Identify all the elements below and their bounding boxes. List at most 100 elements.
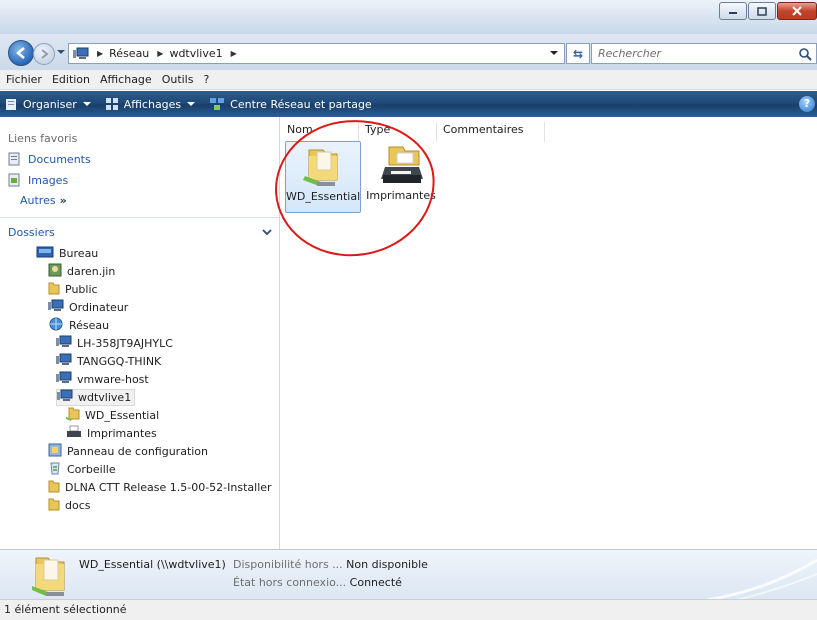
- close-icon: [792, 6, 802, 16]
- menu-edition[interactable]: Edition: [52, 73, 90, 86]
- computer-icon: [56, 371, 72, 388]
- crumb-network[interactable]: Réseau: [109, 47, 149, 60]
- file-list: Nom Type Commentaires WD_Essential Impri…: [270, 114, 817, 549]
- close-button[interactable]: [777, 2, 817, 20]
- address-row: ▶ Réseau ▶ wdtvlive1 ▶ ⇆ Rechercher: [0, 34, 817, 70]
- tree-item-label: wdtvlive1: [78, 391, 132, 404]
- menu-fichier[interactable]: Fichier: [6, 73, 42, 86]
- tree-item-wd-essential[interactable]: WD_Essential: [66, 407, 159, 424]
- tree-item-label: Panneau de configuration: [67, 445, 209, 458]
- tree-item-label: Ordinateur: [69, 301, 129, 314]
- details-key: État hors connexio...: [233, 576, 347, 589]
- tree-item-docs[interactable]: docs: [48, 497, 91, 514]
- tree-item-imprimantes[interactable]: Imprimantes: [66, 425, 157, 442]
- tree-item-wdtvlive1[interactable]: wdtvlive1: [56, 389, 136, 406]
- menu-outils[interactable]: Outils: [162, 73, 194, 86]
- tree-item-daren-jin[interactable]: daren.jin: [48, 263, 115, 280]
- address-separator[interactable]: ▶: [157, 49, 163, 58]
- details-value: Connecté: [349, 576, 402, 589]
- file-item-imprimantes[interactable]: Imprimantes: [363, 141, 439, 213]
- file-label: Imprimantes: [366, 189, 436, 202]
- address-separator[interactable]: ▶: [231, 49, 237, 58]
- images-icon: [8, 173, 20, 187]
- column-header-nom[interactable]: Nom: [281, 122, 359, 142]
- favorite-documents[interactable]: Documents: [8, 152, 91, 166]
- tree-item-tanggq-think[interactable]: TANGGQ-THINK: [56, 353, 161, 370]
- tree-item-bureau[interactable]: Bureau: [36, 245, 98, 262]
- printer-icon: [66, 425, 82, 442]
- menu-bar: Fichier Edition Affichage Outils ?: [0, 70, 817, 90]
- forward-button[interactable]: [33, 43, 55, 65]
- file-label: WD_Essential: [286, 190, 360, 203]
- tree-item-panneau-de-configuration[interactable]: Panneau de configuration: [48, 443, 208, 460]
- documents-icon: [8, 152, 20, 166]
- address-dropdown[interactable]: [550, 51, 558, 55]
- search-icon[interactable]: [798, 47, 812, 61]
- crumb-wdtvlive1[interactable]: wdtvlive1: [169, 47, 222, 60]
- divider: [0, 217, 279, 218]
- organiser-button[interactable]: Organiser: [4, 97, 91, 111]
- chevron-down-icon[interactable]: [262, 229, 272, 237]
- chevron-down-icon: [187, 102, 196, 106]
- desktop-icon: [36, 246, 54, 261]
- forward-arrow-icon: [41, 49, 49, 59]
- computer-icon: [56, 353, 72, 370]
- status-text: 1 élément sélectionné: [4, 603, 127, 616]
- favorite-images[interactable]: Images: [8, 173, 68, 187]
- more-arrow: »: [59, 194, 67, 207]
- tree-item-dlna-ctt-release-1-5-00-52-installer[interactable]: DLNA CTT Release 1.5-00-52-Installer: [48, 479, 272, 496]
- shared-folder-icon: [32, 557, 65, 596]
- affichages-label: Affichages: [123, 97, 182, 111]
- search-input[interactable]: Rechercher: [591, 43, 817, 64]
- tree-item-r-seau[interactable]: Réseau: [48, 317, 109, 334]
- search-placeholder: Rechercher: [598, 47, 662, 60]
- tree-item-label: WD_Essential: [85, 409, 160, 422]
- tree-item-public[interactable]: Public: [48, 281, 98, 298]
- address-separator[interactable]: ▶: [97, 49, 103, 58]
- more-favorites-link[interactable]: Autres»: [20, 194, 67, 207]
- recycle-bin-icon: [48, 461, 62, 478]
- tree-item-corbeille[interactable]: Corbeille: [48, 461, 116, 478]
- help-icon[interactable]: ?: [799, 96, 815, 112]
- file-item-wd-essential[interactable]: WD_Essential: [285, 141, 361, 213]
- column-header-commentaires[interactable]: Commentaires: [437, 122, 545, 142]
- command-bar: Organiser Affichages Centre Réseau et pa…: [0, 91, 817, 117]
- recent-pages-dropdown[interactable]: [57, 50, 65, 54]
- tree-item-label: docs: [65, 499, 91, 512]
- maximize-button[interactable]: [748, 2, 776, 20]
- minimize-button[interactable]: [719, 2, 747, 20]
- organize-icon: [6, 99, 16, 110]
- minimize-icon: [729, 12, 737, 14]
- decorative-swoosh: [706, 558, 817, 600]
- folder-icon: [48, 281, 60, 298]
- details-value: Non disponible: [346, 558, 428, 571]
- menu-affichage[interactable]: Affichage: [100, 73, 152, 86]
- refresh-button[interactable]: ⇆: [566, 43, 590, 64]
- menu-help[interactable]: ?: [203, 73, 209, 86]
- tree-item-label: DLNA CTT Release 1.5-00-52-Installer: [65, 481, 272, 494]
- affichages-button[interactable]: Affichages: [105, 97, 196, 111]
- details-key: Disponibilité hors ...: [233, 558, 343, 571]
- network-center-button[interactable]: Centre Réseau et partage: [209, 97, 372, 111]
- tree-item-label: LH-358JT9AJHYLC: [77, 337, 173, 350]
- user-folder-icon: [48, 263, 62, 280]
- tree-item-label: daren.jin: [67, 265, 116, 278]
- back-arrow-icon: [16, 47, 25, 59]
- favorite-label: Documents: [28, 152, 91, 166]
- tree-item-lh-358jt9ajhylc[interactable]: LH-358JT9AJHYLC: [56, 335, 173, 352]
- printer-icon: [381, 146, 423, 183]
- address-bar[interactable]: ▶ Réseau ▶ wdtvlive1 ▶: [68, 43, 565, 64]
- tree-item-label: vmware-host: [77, 373, 149, 386]
- views-icon: [105, 98, 118, 110]
- column-header-type[interactable]: Type: [359, 122, 437, 142]
- tree-item-label: TANGGQ-THINK: [77, 355, 162, 368]
- tree-item-ordinateur[interactable]: Ordinateur: [48, 299, 128, 316]
- folders-header[interactable]: Dossiers: [8, 226, 55, 239]
- details-row: Disponibilité hors ... Non disponible: [233, 558, 428, 571]
- back-button[interactable]: [8, 40, 34, 66]
- folder-icon: [48, 497, 60, 514]
- tree-item-label: Réseau: [69, 319, 110, 332]
- folder-icon: [48, 479, 60, 496]
- control-panel-icon: [48, 443, 62, 460]
- tree-item-vmware-host[interactable]: vmware-host: [56, 371, 149, 388]
